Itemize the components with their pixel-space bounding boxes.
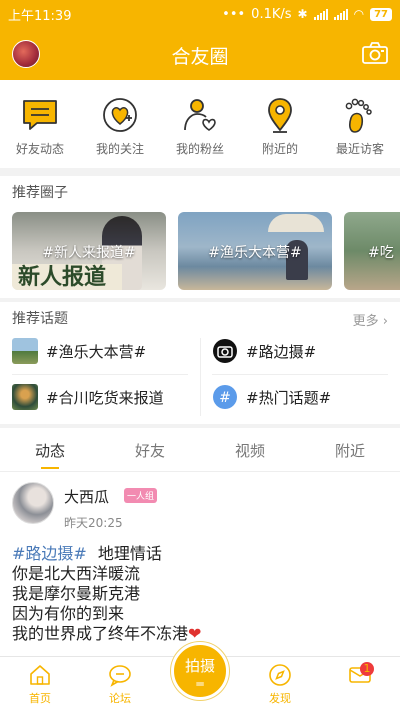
nav-label: 首页 [29, 692, 51, 705]
post-first-line: #路边摄# 地理情话 [12, 544, 201, 564]
topic-label: #热门话题# [246, 388, 332, 407]
quick-action-label: 最近访客 [335, 142, 384, 156]
shoot-icon: ═ [196, 677, 204, 691]
quick-action-nearby[interactable]: 附近的 [240, 80, 320, 168]
divider [212, 374, 388, 375]
nav-discover[interactable]: 发现 [240, 657, 320, 711]
battery-icon: 77 [370, 7, 392, 21]
post-author[interactable]: 大西瓜 [64, 486, 109, 507]
avatar[interactable] [12, 482, 54, 524]
status-dots: ••• [222, 6, 246, 22]
app-header: 合友圈 [0, 28, 400, 80]
bluetooth-icon: ✱ [297, 7, 308, 21]
post-line: 因为有你的到来 [12, 604, 125, 623]
forum-icon [109, 665, 131, 687]
more-link[interactable]: 更多 › [353, 310, 388, 329]
compass-icon [269, 664, 291, 686]
post-time: 昨天20:25 [64, 516, 123, 530]
nav-messages[interactable]: 1 [320, 657, 400, 711]
camera-thumb [213, 339, 237, 363]
camera-icon[interactable] [362, 42, 388, 64]
heart-plus-icon [103, 98, 137, 132]
topic-hot-topics[interactable]: # #热门话题# [212, 384, 331, 410]
status-bar: 上午11:39 ••• 0.1K/s ✱ ◠ 77 [0, 0, 400, 28]
svg-text:#: # [219, 390, 231, 406]
nav-label: 发现 [269, 692, 291, 705]
shoot-button[interactable]: 拍摄 ═ [171, 642, 229, 700]
feed-tabs: 动态 好友 视频 附近 [0, 428, 400, 472]
landscape-thumb [12, 338, 38, 364]
umbrella-image [268, 214, 324, 232]
quick-actions: 好友动态 我的关注 我的粉丝 附近的 最近访客 [0, 80, 400, 168]
post-line: 我是摩尔曼斯克港 [12, 584, 141, 603]
location-pin-icon [268, 98, 292, 133]
quick-action-label: 附近的 [261, 142, 298, 156]
topic-roadside-photo[interactable]: #路边摄# [212, 338, 316, 364]
section-title: 推荐圈子 [12, 185, 68, 201]
status-indicators: ••• 0.1K/s ✱ ◠ 77 [222, 7, 392, 22]
quick-action-label: 好友动态 [15, 142, 64, 156]
person-heart-icon [184, 99, 216, 131]
quick-action-recent-visitors[interactable]: 最近访客 [320, 80, 400, 168]
post-line: 我的世界成了终年不冻港 [12, 624, 189, 643]
post-tag[interactable]: #路边摄# [12, 544, 87, 563]
circle-card-label: #吃 [368, 245, 394, 261]
divider [200, 338, 201, 416]
chat-bubble-icon [23, 100, 57, 130]
footprints-icon [345, 98, 372, 133]
post-line: 你是北大西洋暖流 [12, 564, 141, 583]
quick-action-my-follows[interactable]: 我的关注 [80, 80, 160, 168]
message-count-badge: 1 [360, 662, 374, 676]
circle-card-food[interactable]: #吃 [344, 212, 400, 290]
hashtag-icon: # [213, 385, 237, 409]
signal-icon-2 [333, 8, 348, 20]
circle-card-label: #渔乐大本营# [208, 245, 302, 261]
status-time: 上午11:39 [8, 8, 72, 24]
topic-label: #合川吃货来报道 [46, 388, 164, 407]
topic-label: #路边摄# [246, 342, 317, 361]
recommended-circles-section: 推荐圈子 新人报道 #新人来报道# #渔乐大本营# #吃 [0, 176, 400, 298]
chevron-right-icon: › [382, 314, 388, 329]
topic-fishing[interactable]: #渔乐大本营# [12, 338, 146, 364]
post-text: 地理情话 [97, 544, 162, 563]
feed-post[interactable]: 大西瓜 一人组 昨天20:25 #路边摄# 地理情话 你是北大西洋暖流 我是摩尔… [0, 472, 400, 656]
nav-home[interactable]: 首页 [0, 657, 80, 711]
quick-action-label: 我的关注 [95, 142, 144, 156]
user-badge: 一人组 [124, 488, 158, 503]
post-line-last: 我的世界成了终年不冻港❤ [12, 624, 201, 644]
tab-video[interactable]: 视频 [200, 428, 300, 471]
circle-card-fishing[interactable]: #渔乐大本营# [178, 212, 332, 290]
signal-icon [313, 8, 328, 20]
quick-action-label: 我的粉丝 [175, 142, 224, 156]
more-label: 更多 [352, 314, 379, 329]
page-title: 合友圈 [171, 46, 229, 68]
home-icon [30, 665, 50, 685]
circle-card-label: #新人来报道# [42, 245, 136, 261]
divider [12, 374, 188, 375]
topic-hechuan-foodies[interactable]: #合川吃货来报道 [12, 384, 164, 410]
nav-label: 论坛 [109, 692, 131, 705]
heart-icon: ❤ [188, 624, 202, 643]
topic-label: #渔乐大本营# [46, 342, 147, 361]
tab-nearby[interactable]: 附近 [300, 428, 400, 471]
food-thumb [12, 384, 38, 410]
section-title: 推荐话题 [12, 311, 68, 327]
circle-card-newcomers[interactable]: 新人报道 #新人来报道# [12, 212, 166, 290]
tab-updates[interactable]: 动态 [0, 428, 100, 471]
tab-friends[interactable]: 好友 [100, 428, 200, 471]
network-speed: 0.1K/s [251, 6, 292, 22]
quick-action-my-fans[interactable]: 我的粉丝 [160, 80, 240, 168]
shoot-label: 拍摄 [184, 657, 215, 675]
quick-action-friend-updates[interactable]: 好友动态 [0, 80, 80, 168]
wifi-icon: ◠ [353, 7, 365, 21]
post-body: #路边摄# 地理情话 你是北大西洋暖流 我是摩尔曼斯克港 因为有你的到来 我的世… [12, 544, 201, 644]
circle-card-sign: 新人报道 [12, 264, 122, 290]
nav-forum[interactable]: 论坛 [80, 657, 160, 711]
